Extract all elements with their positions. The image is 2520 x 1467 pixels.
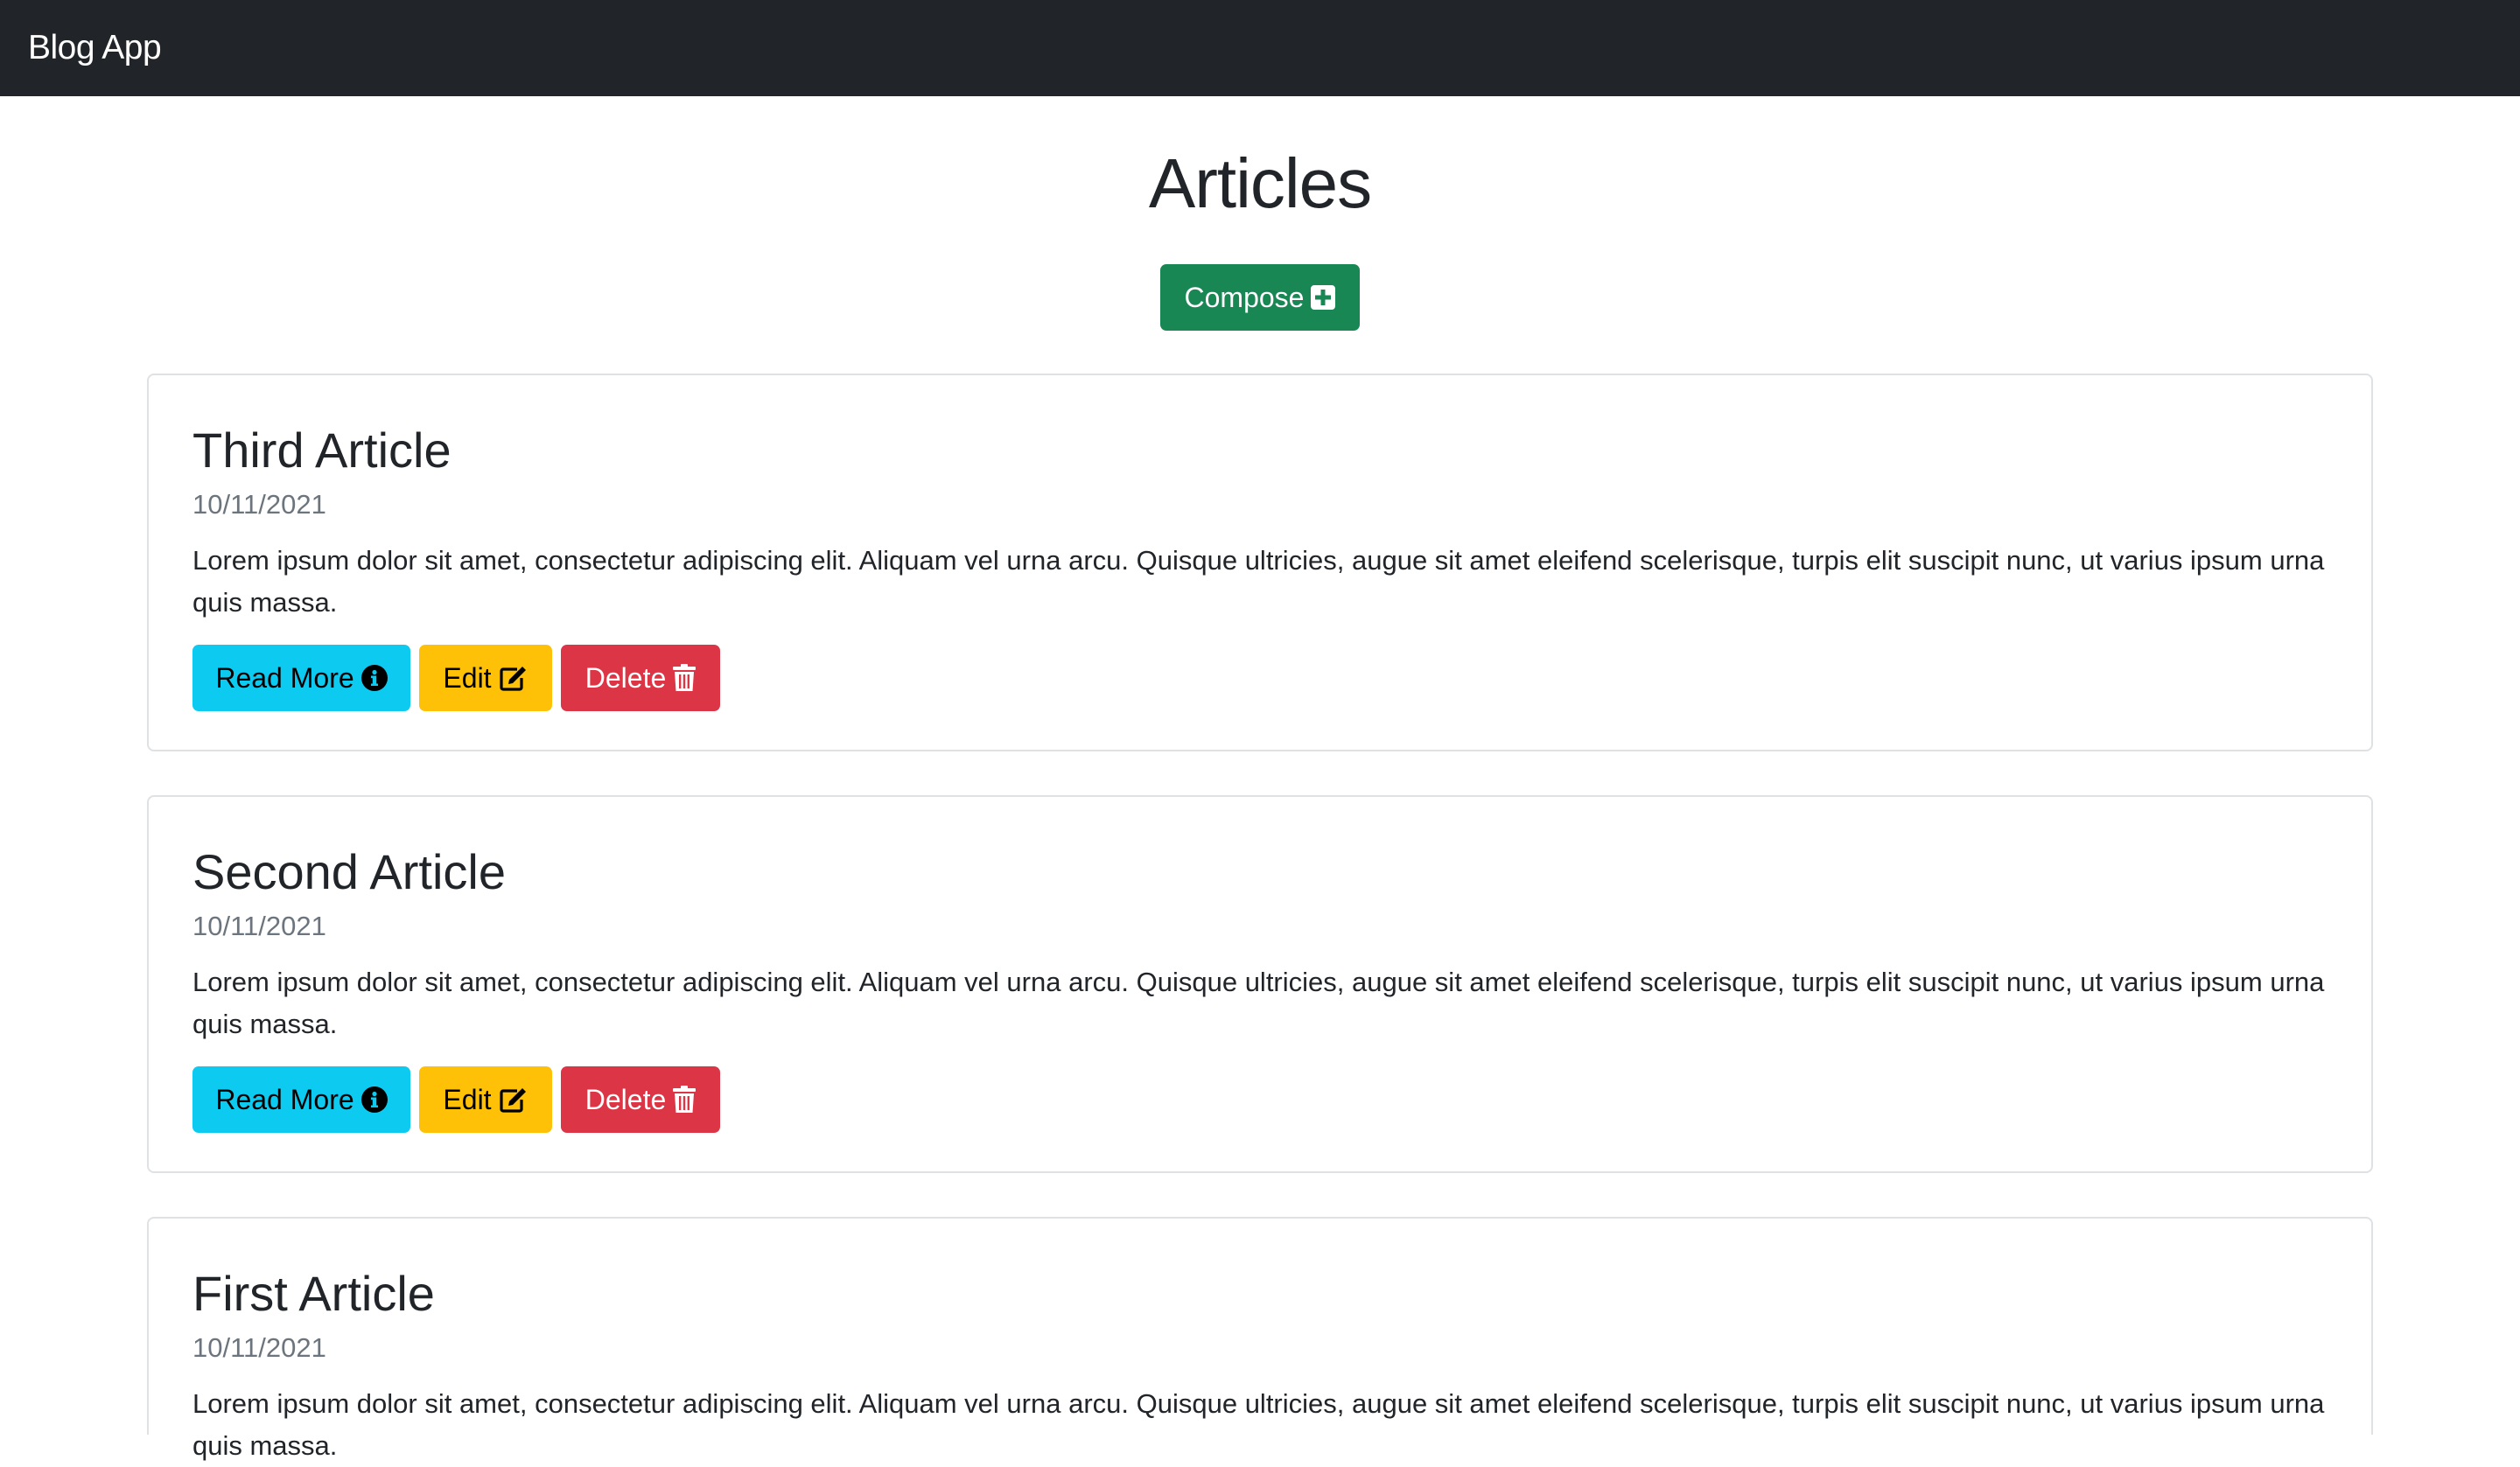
article-excerpt: Lorem ipsum dolor sit amet, consectetur … [192, 545, 2325, 618]
article-title: Second Article [192, 844, 506, 899]
page-title: Articles [1148, 144, 1372, 222]
read-more-button[interactable]: Read More [192, 645, 410, 711]
delete-label: Delete [584, 661, 667, 694]
article-actions: Read More Edit Delete [192, 645, 720, 711]
info-circle-icon [360, 1086, 388, 1113]
article-title: First Article [192, 1266, 435, 1321]
plus-square-icon [1311, 285, 1336, 310]
edit-label: Edit [443, 1083, 492, 1115]
read-more-label: Read More [215, 1083, 354, 1115]
article-actions: Read More Edit Delete [192, 1066, 720, 1133]
article-card: First Article 10/11/2021 Lorem ipsum dol… [147, 1217, 2373, 1461]
article-excerpt: Lorem ipsum dolor sit amet, consectetur … [192, 1388, 2325, 1461]
article-date: 10/11/2021 [192, 911, 326, 941]
compose-button[interactable]: Compose [1160, 264, 1360, 331]
info-circle-icon [360, 665, 388, 691]
trash-icon [673, 1086, 696, 1114]
edit-button[interactable]: Edit [419, 1066, 552, 1133]
article-title: Third Article [192, 423, 452, 478]
brand-link[interactable]: Blog App [28, 0, 162, 96]
trash-icon [673, 664, 696, 692]
delete-button[interactable]: Delete [561, 1066, 720, 1133]
edit-icon [499, 1086, 528, 1114]
compose-label: Compose [1184, 281, 1305, 313]
read-more-label: Read More [215, 661, 354, 694]
navbar: Blog App [0, 0, 2520, 96]
delete-label: Delete [584, 1083, 667, 1115]
article-date: 10/11/2021 [192, 489, 326, 520]
article-date: 10/11/2021 [192, 1332, 326, 1363]
article-excerpt: Lorem ipsum dolor sit amet, consectetur … [192, 967, 2325, 1039]
delete-button[interactable]: Delete [561, 645, 720, 711]
edit-icon [499, 664, 528, 692]
read-more-button[interactable]: Read More [192, 1066, 410, 1133]
edit-label: Edit [443, 661, 492, 694]
article-card: Second Article 10/11/2021 Lorem ipsum do… [147, 795, 2373, 1173]
edit-button[interactable]: Edit [419, 645, 552, 711]
article-card: Third Article 10/11/2021 Lorem ipsum dol… [147, 374, 2373, 751]
